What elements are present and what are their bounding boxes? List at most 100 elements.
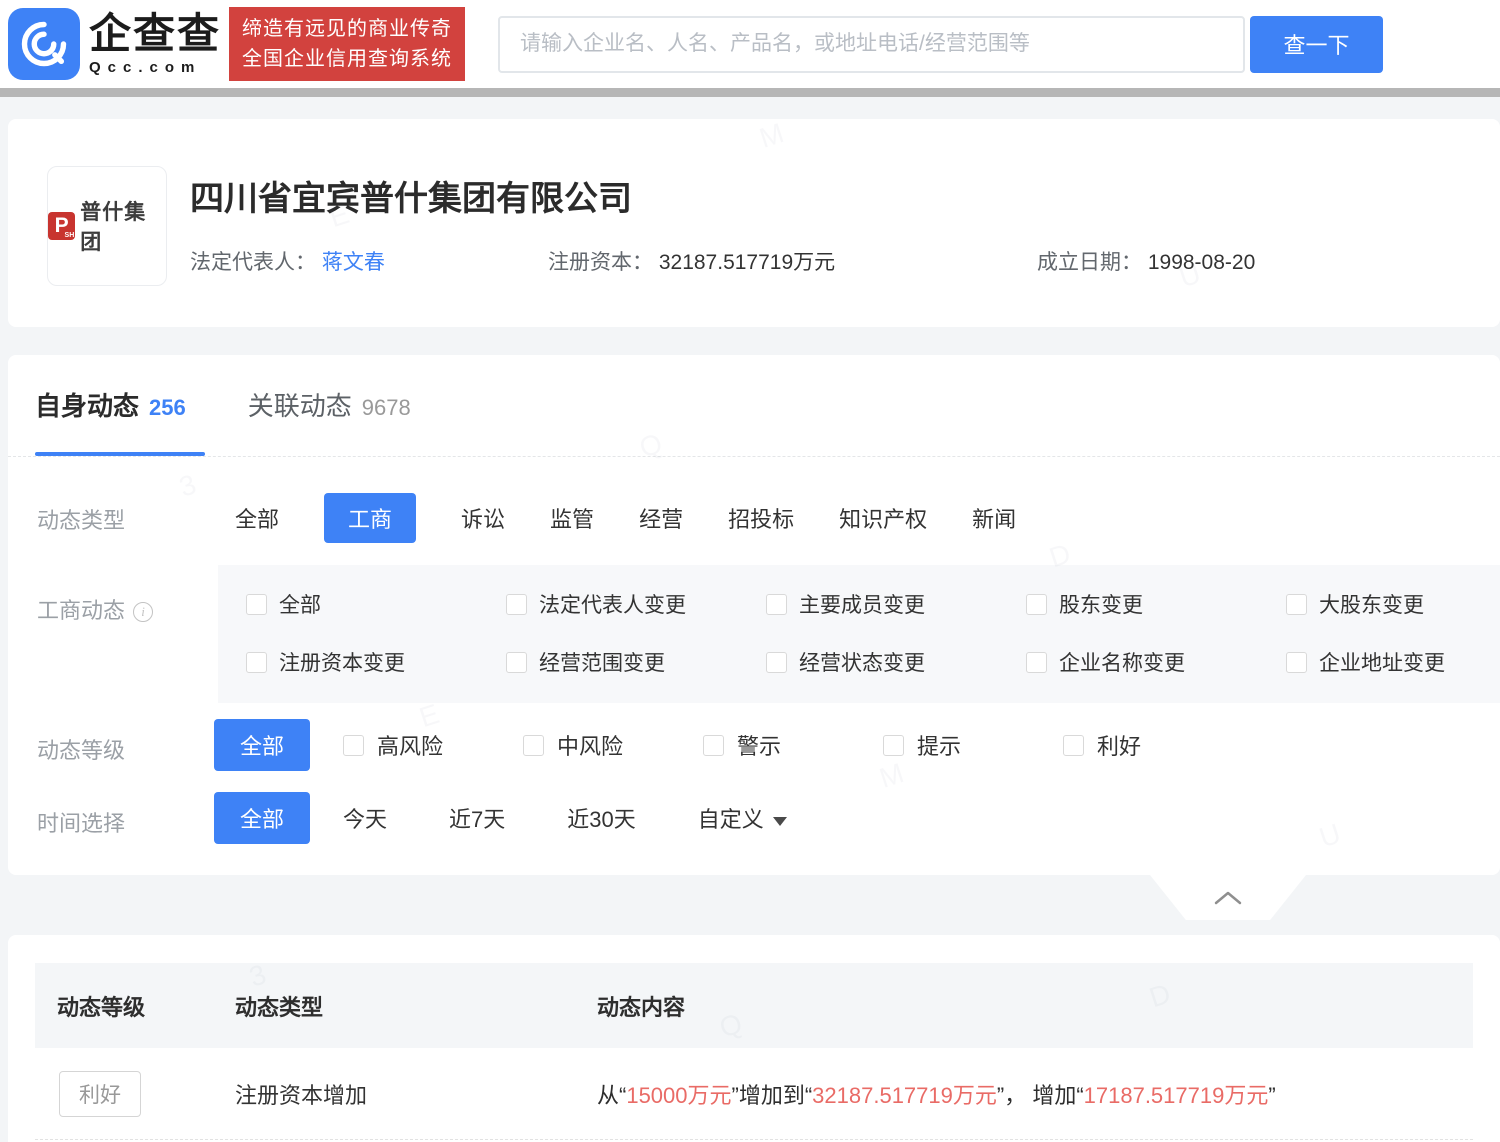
cb-scope-change[interactable]: 经营范围变更 (506, 647, 766, 677)
cb-address-change[interactable]: 企业地址变更 (1286, 647, 1500, 677)
checkbox[interactable] (1286, 593, 1307, 615)
cb-biz-all[interactable]: 全部 (218, 589, 506, 619)
checkbox[interactable] (1286, 651, 1307, 673)
header-content: 动态内容 (597, 994, 686, 1020)
filter-type-label: 动态类型 (37, 508, 126, 533)
legal-rep-label: 法定代表人： (190, 251, 316, 274)
established-label: 成立日期： (1037, 251, 1142, 274)
filter-biz-label: 工商动态 i (37, 593, 154, 625)
filter-time-options: 全部 今天 近7天 近30天 自定义 (214, 792, 849, 844)
type-option-all[interactable]: 全部 (235, 502, 279, 534)
filter-time-label: 时间选择 (37, 811, 126, 836)
type-option-jingying[interactable]: 经营 (639, 502, 683, 534)
level-all-button[interactable]: 全部 (214, 719, 311, 771)
company-logo-mark: P SH (48, 212, 76, 240)
slogan-line-2: 全国企业信用查询系统 (242, 48, 453, 70)
checkbox[interactable] (506, 651, 527, 673)
cb-shareholder-change[interactable]: 股东变更 (1026, 589, 1286, 619)
cb-key-member-change[interactable]: 主要成员变更 (766, 589, 1026, 619)
checkbox[interactable] (766, 593, 787, 615)
table-header: 动态等级 动态类型 动态内容 (35, 963, 1473, 1048)
biz-changes-panel: 全部 法定代表人变更 主要成员变更 股东变更 大股东变更 注册资本变更 经营范围… (218, 565, 1500, 703)
filter-type-options: 全部 工商 诉讼 监管 经营 招投标 知识产权 新闻 (235, 493, 1016, 543)
company-logo: P SH 普什集团 (47, 166, 167, 286)
header-type: 动态类型 (235, 994, 324, 1020)
tab-related-count: 9678 (361, 395, 411, 420)
brand-domain: Qcc.com (89, 59, 202, 77)
slogan-line-1: 缔造有远见的商业传奇 (242, 18, 453, 40)
type-option-jianguan[interactable]: 监管 (550, 502, 594, 534)
dynamics-tabs: 自身动态 256 关联动态 9678 (35, 386, 411, 423)
old-capital-value: 15000万元 (626, 1082, 732, 1108)
table-row: 利好 注册资本增加 从“15000万元”增加到“32187.517719万元”，… (35, 1048, 1473, 1140)
cell-content: 从“15000万元”增加到“32187.517719万元”， 增加“17187.… (597, 1082, 1276, 1108)
biz-label-text: 工商动态 (37, 598, 126, 623)
search-input[interactable] (498, 15, 1246, 73)
biz-checkbox-row-2: 注册资本变更 经营范围变更 经营状态变更 企业名称变更 企业地址变更 (218, 647, 1500, 677)
tab-related-dynamics[interactable]: 关联动态 9678 (248, 386, 411, 423)
cell-type: 注册资本增加 (235, 1082, 368, 1108)
type-option-zhaotoubiao[interactable]: 招投标 (728, 502, 794, 534)
biz-checkbox-row-1: 全部 法定代表人变更 主要成员变更 股东变更 大股东变更 (218, 589, 1500, 619)
checkbox[interactable] (766, 651, 787, 673)
reg-capital-group: 注册资本： 32187.517719万元 (548, 246, 835, 276)
cb-positive[interactable]: 利好 (1063, 729, 1243, 761)
nav-strip (0, 88, 1500, 97)
dynamics-filter-card: 自身动态 256 关联动态 9678 动态类型 全部 工商 诉讼 监管 经营 招投标… (8, 355, 1500, 875)
time-all-button[interactable]: 全部 (214, 792, 311, 844)
cb-high-risk[interactable]: 高风险 (343, 729, 523, 761)
company-summary-card: P SH 普什集团 四川省宜宾普什集团有限公司 法定代表人： 蒋文春 注册资本： … (8, 119, 1500, 327)
tab-self-dynamics[interactable]: 自身动态 256 (35, 386, 186, 423)
cb-major-shareholder-change[interactable]: 大股东变更 (1286, 589, 1500, 619)
tab-self-count: 256 (149, 395, 186, 420)
type-option-susong[interactable]: 诉讼 (461, 502, 505, 534)
search-button[interactable]: 查一下 (1250, 15, 1384, 73)
reg-capital-value: 32187.517719万元 (658, 251, 836, 274)
checkbox[interactable] (1026, 593, 1047, 615)
type-option-zhishichanquan[interactable]: 知识产权 (839, 502, 927, 534)
time-option-30days[interactable]: 近30天 (567, 802, 635, 834)
time-option-7days[interactable]: 近7天 (449, 802, 505, 834)
checkbox[interactable] (246, 651, 267, 673)
qcc-logo-icon[interactable] (8, 8, 80, 80)
caret-down-icon (772, 817, 787, 826)
tab-self-label: 自身动态 (35, 391, 140, 421)
time-option-today[interactable]: 今天 (343, 802, 387, 834)
checkbox[interactable] (506, 593, 527, 615)
type-option-xinwen[interactable]: 新闻 (972, 502, 1016, 534)
checkbox[interactable] (523, 734, 545, 756)
status-badge: 利好 (59, 1070, 141, 1117)
checkbox[interactable] (246, 593, 267, 615)
collapse-filters-tab[interactable] (1150, 875, 1306, 920)
filter-level-options: 全部 高风险 中风险 警示 提示 利好 (214, 719, 1243, 771)
checkbox[interactable] (1026, 651, 1047, 673)
tab-divider (8, 456, 1500, 457)
cb-mid-risk[interactable]: 中风险 (523, 729, 703, 761)
type-option-gongshang[interactable]: 工商 (324, 493, 417, 543)
cb-capital-change[interactable]: 注册资本变更 (218, 647, 506, 677)
cb-status-change[interactable]: 经营状态变更 (766, 647, 1026, 677)
brand-name: 企查查 (89, 9, 222, 57)
cb-hint[interactable]: 提示 (883, 729, 1063, 761)
checkbox[interactable] (883, 734, 905, 756)
chevron-up-icon (1214, 891, 1242, 905)
time-option-custom[interactable]: 自定义 (698, 802, 787, 834)
legal-rep-link[interactable]: 蒋文春 (322, 251, 385, 274)
cell-level: 利好 (57, 1070, 235, 1117)
header-level: 动态等级 (57, 994, 146, 1020)
qcc-swirl-icon (21, 21, 67, 67)
search-bar: 查一下 (498, 15, 1384, 73)
checkbox[interactable] (703, 734, 725, 756)
filter-level-label: 动态等级 (37, 738, 126, 763)
cb-warning[interactable]: 警示 (703, 729, 883, 761)
brand-slogan: 缔造有远见的商业传奇 全国企业信用查询系统 (229, 7, 466, 81)
top-header: 企查查 Qcc.com 缔造有远见的商业传奇 全国企业信用查询系统 查一下 (0, 0, 1500, 88)
checkbox[interactable] (1063, 734, 1085, 756)
cb-name-change[interactable]: 企业名称变更 (1026, 647, 1286, 677)
checkbox[interactable] (343, 734, 365, 756)
company-logo-text: 普什集团 (80, 201, 147, 254)
cb-legal-rep-change[interactable]: 法定代表人变更 (506, 589, 766, 619)
brand-text[interactable]: 企查查 Qcc.com (89, 9, 222, 77)
new-capital-value: 32187.517719万元 (812, 1082, 997, 1108)
info-icon[interactable]: i (133, 602, 154, 622)
